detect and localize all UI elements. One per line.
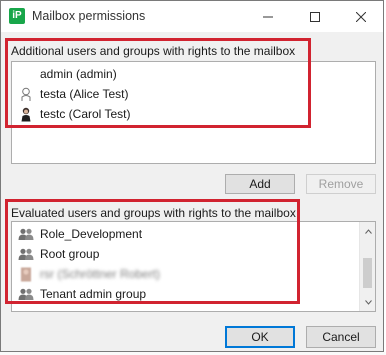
user-outline-icon	[18, 86, 34, 102]
window-title: Mailbox permissions	[32, 9, 146, 23]
maximize-icon	[310, 11, 320, 22]
list-item[interactable]: Role_Development	[18, 224, 142, 244]
list-item-label: admin (admin)	[40, 67, 117, 81]
minimize-button[interactable]	[245, 1, 291, 32]
list-item[interactable]: Tenant admin group	[18, 284, 146, 304]
list-item-label: Role_Development	[40, 227, 143, 241]
vertical-scrollbar[interactable]	[359, 222, 375, 311]
title-bar[interactable]: iP Mailbox permissions	[1, 1, 383, 32]
list-item-label: Root group	[40, 247, 100, 261]
additional-users-label: Additional users and groups with rights …	[11, 44, 296, 58]
cancel-button[interactable]: Cancel	[306, 326, 376, 348]
list-item[interactable]: testa (Alice Test)	[18, 84, 128, 104]
add-button[interactable]: Add	[225, 174, 295, 194]
list-item[interactable]: testc (Carol Test)	[18, 104, 130, 124]
list-item-label: testa (Alice Test)	[40, 87, 129, 101]
minimize-icon	[263, 16, 273, 17]
list-item-label: testc (Carol Test)	[40, 107, 131, 121]
evaluated-users-label: Evaluated users and groups with rights t…	[11, 206, 296, 220]
ok-button[interactable]: OK	[225, 326, 295, 348]
user-photo-icon	[18, 266, 34, 282]
scroll-down-arrow-icon[interactable]	[360, 294, 375, 310]
maximize-button[interactable]	[292, 1, 338, 32]
group-icon	[18, 226, 34, 242]
mailbox-permissions-dialog: iP Mailbox permissions Additional users …	[0, 0, 384, 352]
evaluated-users-list[interactable]: Role_Development Root group rsr (Schrött…	[11, 221, 376, 312]
list-item-label: rsr (Schröttner Robert)	[40, 267, 161, 281]
scroll-thumb[interactable]	[363, 258, 372, 288]
list-item-label: Tenant admin group	[40, 287, 147, 301]
list-item[interactable]: Root group	[18, 244, 99, 264]
scroll-up-arrow-icon[interactable]	[360, 223, 375, 239]
user-photo-icon	[18, 106, 34, 122]
remove-button[interactable]: Remove	[306, 174, 376, 194]
group-icon	[18, 246, 34, 262]
additional-users-list[interactable]: admin (admin) testa (Alice Test) testc (…	[11, 61, 376, 164]
blank-icon	[18, 66, 34, 82]
app-icon: iP	[9, 8, 25, 24]
group-icon	[18, 286, 34, 302]
list-item[interactable]: admin (admin)	[18, 64, 117, 84]
list-item[interactable]: rsr (Schröttner Robert)	[18, 264, 160, 284]
close-button[interactable]	[338, 1, 384, 32]
close-icon	[356, 11, 366, 22]
